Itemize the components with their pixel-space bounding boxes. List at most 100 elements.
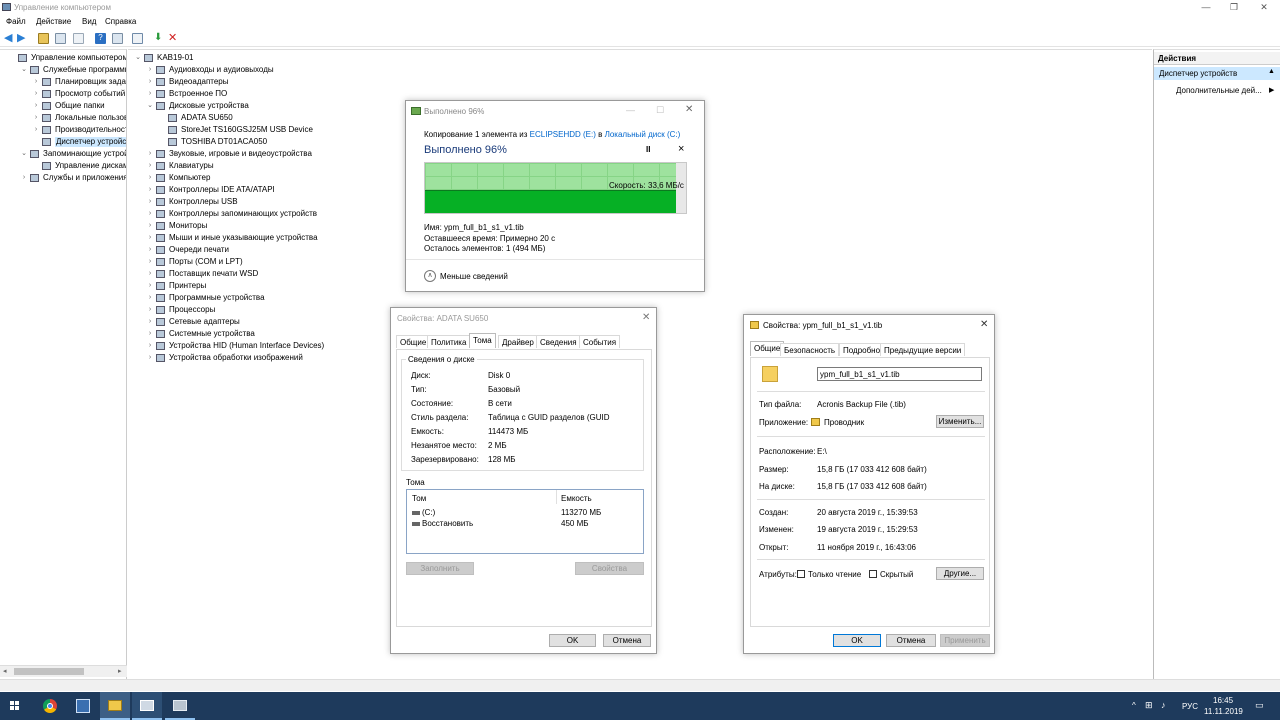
pause-button[interactable]: II [646,145,650,154]
tree-item[interactable]: › Аудиовходы и аудиовыходы [128,65,528,76]
chevron-right-icon[interactable]: › [146,197,154,207]
chevron-right-icon[interactable]: › [146,305,154,315]
volume-row[interactable]: Восстановить 450 МБ [407,519,643,530]
chevron-up-icon[interactable]: ∧ [424,270,436,282]
cancel-copy-button[interactable]: × [678,143,684,155]
adata-cancel-button[interactable]: Отмена [603,634,651,647]
properties-icon[interactable] [112,33,123,44]
app-taskbar-button[interactable] [68,692,98,720]
chevron-right-icon[interactable]: › [146,353,154,363]
uninstall-icon[interactable]: ✕ [168,33,179,44]
maximize-button[interactable]: ❐ [1224,1,1244,13]
tree-item[interactable]: › Программные устройства [128,293,528,304]
scroll-thumb[interactable] [14,668,84,675]
chevron-down-icon[interactable]: ⌄ [20,65,28,75]
tab-policy[interactable]: Политика [427,335,471,348]
tab-details[interactable]: Сведения [536,335,581,348]
tree-item[interactable]: › Встроенное ПО [128,89,528,100]
chevron-right-icon[interactable]: › [20,173,28,183]
chevron-right-icon[interactable]: › [146,317,154,327]
menu-file[interactable]: Файл [6,17,26,26]
less-details-link[interactable]: Меньше сведений [440,272,508,281]
chevron-right-icon[interactable]: › [146,65,154,75]
explorer-taskbar-button[interactable] [100,692,130,720]
tab-events[interactable]: События [579,335,621,348]
forward-icon[interactable]: ▶ [17,33,28,44]
chevron-right-icon[interactable]: › [32,89,40,99]
adata-ok-button[interactable]: OK [549,634,596,647]
tab-file-details[interactable]: Подробно [839,343,885,356]
tab-security[interactable]: Безопасность [780,343,840,356]
tree-item[interactable]: Управление компьютером (л [0,53,126,64]
minimize-button[interactable]: — [1196,1,1216,13]
chevron-right-icon[interactable]: › [146,281,154,291]
chevron-right-icon[interactable]: › [146,329,154,339]
tree-item[interactable]: › Видеоадаптеры [128,77,528,88]
tree-item[interactable]: Диспетчер устройств [0,137,126,148]
network-icon[interactable]: ⊞ [1145,700,1153,711]
chevron-right-icon[interactable]: › [146,185,154,195]
readonly-label[interactable]: Только чтение [808,570,861,579]
adata-close-button[interactable]: ✕ [642,312,650,323]
more-actions-item[interactable]: Дополнительные дей... ▶ [1174,85,1278,97]
change-button[interactable]: Изменить... [936,415,984,428]
close-button[interactable]: ✕ [1254,1,1274,13]
copy-maximize-button[interactable]: ☐ [656,105,664,116]
volume-row[interactable]: (C:) 113270 МБ [407,508,643,519]
chevron-right-icon[interactable]: › [146,233,154,243]
scroll-right-icon[interactable]: ▸ [118,667,122,675]
collapse-icon[interactable]: ▲ [1268,68,1275,75]
volumes-list[interactable]: Том Емкость (C:) 113270 МБ Восстановить 450… [406,489,644,554]
file-cancel-button[interactable]: Отмена [886,634,936,647]
chevron-right-icon[interactable]: › [146,245,154,255]
language-indicator[interactable]: РУС [1182,702,1198,711]
filename-input[interactable]: ypm_full_b1_s1_v1.tib [817,367,982,381]
chevron-right-icon[interactable]: › [32,113,40,123]
tree-item[interactable]: › Планировщик заданий [0,77,126,88]
chevron-down-icon[interactable]: ⌄ [134,53,142,63]
col-capacity-header[interactable]: Емкость [561,494,592,503]
chevron-right-icon[interactable]: › [146,341,154,351]
chevron-right-icon[interactable]: › [146,77,154,87]
fill-button[interactable]: Заполнить [406,562,474,575]
tree-item[interactable]: ⌄ Запоминающие устройст [0,149,126,160]
tree-item[interactable]: › Просмотр событий [0,89,126,100]
chevron-right-icon[interactable]: › [146,257,154,267]
chevron-right-icon[interactable]: › [146,161,154,171]
menu-help[interactable]: Справка [105,17,136,26]
volume-icon[interactable]: ♪ [1161,700,1166,710]
chevron-right-icon[interactable]: › [32,101,40,111]
notifications-icon[interactable]: ▭ [1255,700,1264,711]
chevron-right-icon[interactable]: › [146,269,154,279]
chevron-right-icon[interactable]: › [32,77,40,87]
monitor-icon[interactable] [132,33,143,44]
show-hidden-icons[interactable]: ^ [1132,701,1136,710]
tree-item[interactable]: › Производительность [0,125,126,136]
volume-properties-button[interactable]: Свойства [575,562,644,575]
chevron-down-icon[interactable]: ⌄ [20,149,28,159]
copy-dest-link[interactable]: Локальный диск (C:) [605,130,681,139]
chevron-right-icon[interactable]: › [32,125,40,135]
file-close-button[interactable]: ✕ [980,319,988,330]
show-hide-tree-icon[interactable] [55,33,66,44]
tab-general[interactable]: Общие [396,335,431,348]
computer-management-taskbar-button[interactable] [132,692,162,720]
chrome-taskbar-button[interactable] [35,692,65,720]
tree-item[interactable]: ⌄ KAB19-01 [128,53,528,64]
hidden-label[interactable]: Скрытый [880,570,913,579]
tree-item[interactable]: › Службы и приложения [0,173,126,184]
hidden-checkbox[interactable] [869,570,877,578]
scroll-left-icon[interactable]: ◂ [3,667,7,675]
file-ok-button[interactable]: OK [833,634,881,647]
help-icon[interactable]: ? [95,33,106,44]
menu-view[interactable]: Вид [82,17,96,26]
other-attributes-button[interactable]: Другие... [936,567,984,580]
tree-item[interactable]: ⌄ Служебные программы [0,65,126,76]
copy-source-link[interactable]: ECLIPSEHDD (E:) [530,130,596,139]
tree-item[interactable]: Управление дисками [0,161,126,172]
chevron-right-icon[interactable]: › [146,221,154,231]
actions-section[interactable]: Диспетчер устройств ▲ [1154,67,1280,80]
update-driver-icon[interactable]: ⬇ [154,33,165,44]
up-folder-icon[interactable] [38,33,49,44]
tab-previous-versions[interactable]: Предыдущие версии [880,343,966,356]
